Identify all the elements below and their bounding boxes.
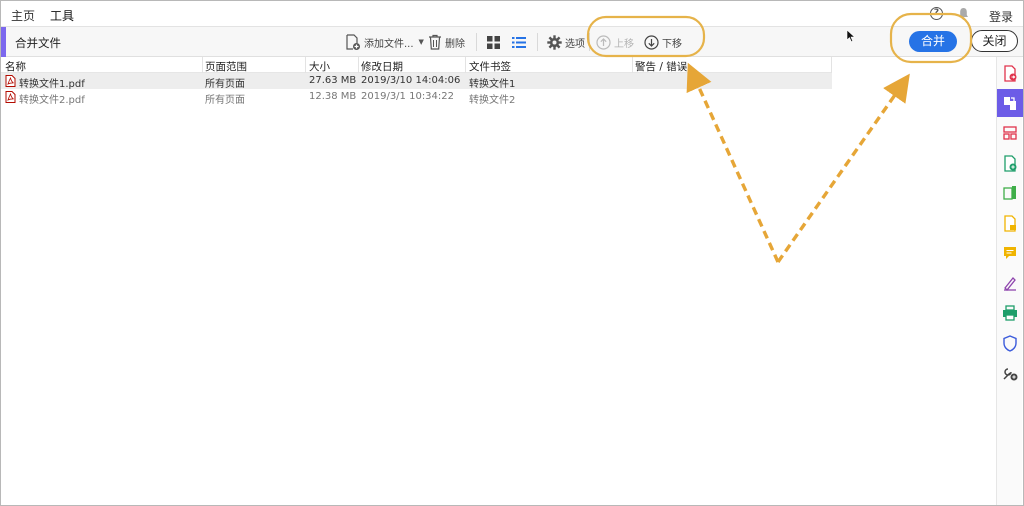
column-header-warning[interactable]: 警告 / 错误: [635, 59, 687, 74]
file-size: 27.63 MB: [309, 75, 357, 86]
list-view-button[interactable]: [512, 32, 526, 52]
file-size: 12.38 MB: [309, 91, 357, 102]
tools-sidebar: [996, 57, 1023, 505]
dropdown-caret-icon: ▼: [418, 38, 424, 46]
login-link[interactable]: 登录: [989, 8, 1013, 25]
column-header-name[interactable]: 名称: [5, 59, 26, 74]
column-divider[interactable]: [305, 57, 306, 73]
move-down-label: 下移: [662, 38, 682, 50]
column-divider[interactable]: [632, 57, 633, 73]
page-range[interactable]: 所有页面: [205, 91, 245, 106]
file-name: 转换文件1.pdf: [19, 79, 85, 90]
move-up-button[interactable]: 上移: [596, 32, 634, 52]
bell-icon[interactable]: [958, 7, 969, 20]
accent-bar: [1, 27, 6, 57]
toolbar-divider: [476, 33, 477, 51]
file-bookmark: 转换文件1: [469, 79, 516, 90]
arrow-down-circle-icon: [644, 34, 659, 50]
tool-title: 合并文件: [15, 36, 61, 50]
options-label: 选项: [565, 38, 585, 50]
toolbar-divider: [589, 33, 590, 51]
add-file-icon: [346, 33, 360, 50]
options-button[interactable]: 选项: [547, 32, 585, 52]
page-range[interactable]: 所有页面: [205, 75, 245, 90]
column-header-bookmark[interactable]: 文件书签: [469, 59, 511, 74]
grid-view-icon: [487, 35, 500, 49]
print-production-icon[interactable]: [997, 299, 1023, 327]
protect-icon[interactable]: [997, 329, 1023, 357]
column-header-range[interactable]: 页面范围: [205, 59, 247, 74]
close-button[interactable]: 关闭: [971, 30, 1018, 52]
file-bookmark: 转换文件2: [469, 95, 516, 106]
export-pdf-icon[interactable]: [997, 59, 1023, 87]
delete-label: 删除: [445, 38, 465, 50]
more-tools-icon[interactable]: [997, 359, 1023, 387]
create-pdf-icon[interactable]: [997, 149, 1023, 177]
trash-icon: [429, 34, 441, 50]
mouse-cursor-icon: [846, 29, 856, 43]
pdf-file-icon: [5, 91, 16, 103]
add-files-label: 添加文件...: [364, 38, 414, 50]
gear-icon: [547, 34, 562, 50]
merge-button[interactable]: 合并: [909, 31, 957, 52]
fill-sign-icon[interactable]: [997, 269, 1023, 297]
edit-pdf-icon[interactable]: [997, 179, 1023, 207]
pdf-file-icon: [5, 75, 16, 87]
tab-tools[interactable]: 工具: [50, 7, 75, 29]
arrow-up-circle-icon: [596, 34, 611, 50]
toolbar-divider: [537, 33, 538, 51]
table-row[interactable]: 转换文件2.pdf 所有页面 12.38 MB 2019/3/1 10:34:2…: [1, 89, 832, 106]
file-table: 名称 页面范围 大小 修改日期 文件书签 警告 / 错误 转换文件1.pdf 所…: [1, 57, 832, 106]
modified-date: 2019/3/10 14:04:06: [361, 75, 461, 86]
combine-files-icon[interactable]: [997, 89, 1023, 117]
help-icon[interactable]: ?: [930, 7, 943, 20]
table-row[interactable]: 转换文件1.pdf 所有页面 27.63 MB 2019/3/10 14:04:…: [1, 73, 832, 90]
combine-toolbar: 合并文件 添加文件... ▼ 删除 选项 上移 下移 合并 关闭: [1, 27, 1023, 57]
move-down-button[interactable]: 下移: [644, 32, 682, 52]
column-divider[interactable]: [465, 57, 466, 73]
column-header-date[interactable]: 修改日期: [361, 59, 403, 74]
table-header: 名称 页面范围 大小 修改日期 文件书签 警告 / 错误: [1, 57, 832, 73]
add-files-button[interactable]: 添加文件... ▼: [345, 32, 424, 52]
column-divider[interactable]: [358, 57, 359, 73]
move-up-label: 上移: [614, 38, 634, 50]
column-divider[interactable]: [831, 57, 832, 73]
tab-home[interactable]: 主页: [11, 7, 35, 24]
list-view-icon: [512, 36, 526, 48]
delete-button[interactable]: 删除: [428, 32, 465, 52]
column-divider[interactable]: [202, 57, 203, 73]
modified-date: 2019/3/1 10:34:22: [361, 91, 455, 102]
top-nav: 主页 工具 ? 登录: [1, 1, 1023, 29]
thumbnail-view-button[interactable]: [487, 32, 500, 52]
organize-pages-icon[interactable]: [997, 119, 1023, 147]
comment-icon[interactable]: [997, 239, 1023, 267]
comment-file-icon[interactable]: [997, 209, 1023, 237]
file-name: 转换文件2.pdf: [19, 95, 85, 106]
column-header-size[interactable]: 大小: [309, 59, 330, 74]
